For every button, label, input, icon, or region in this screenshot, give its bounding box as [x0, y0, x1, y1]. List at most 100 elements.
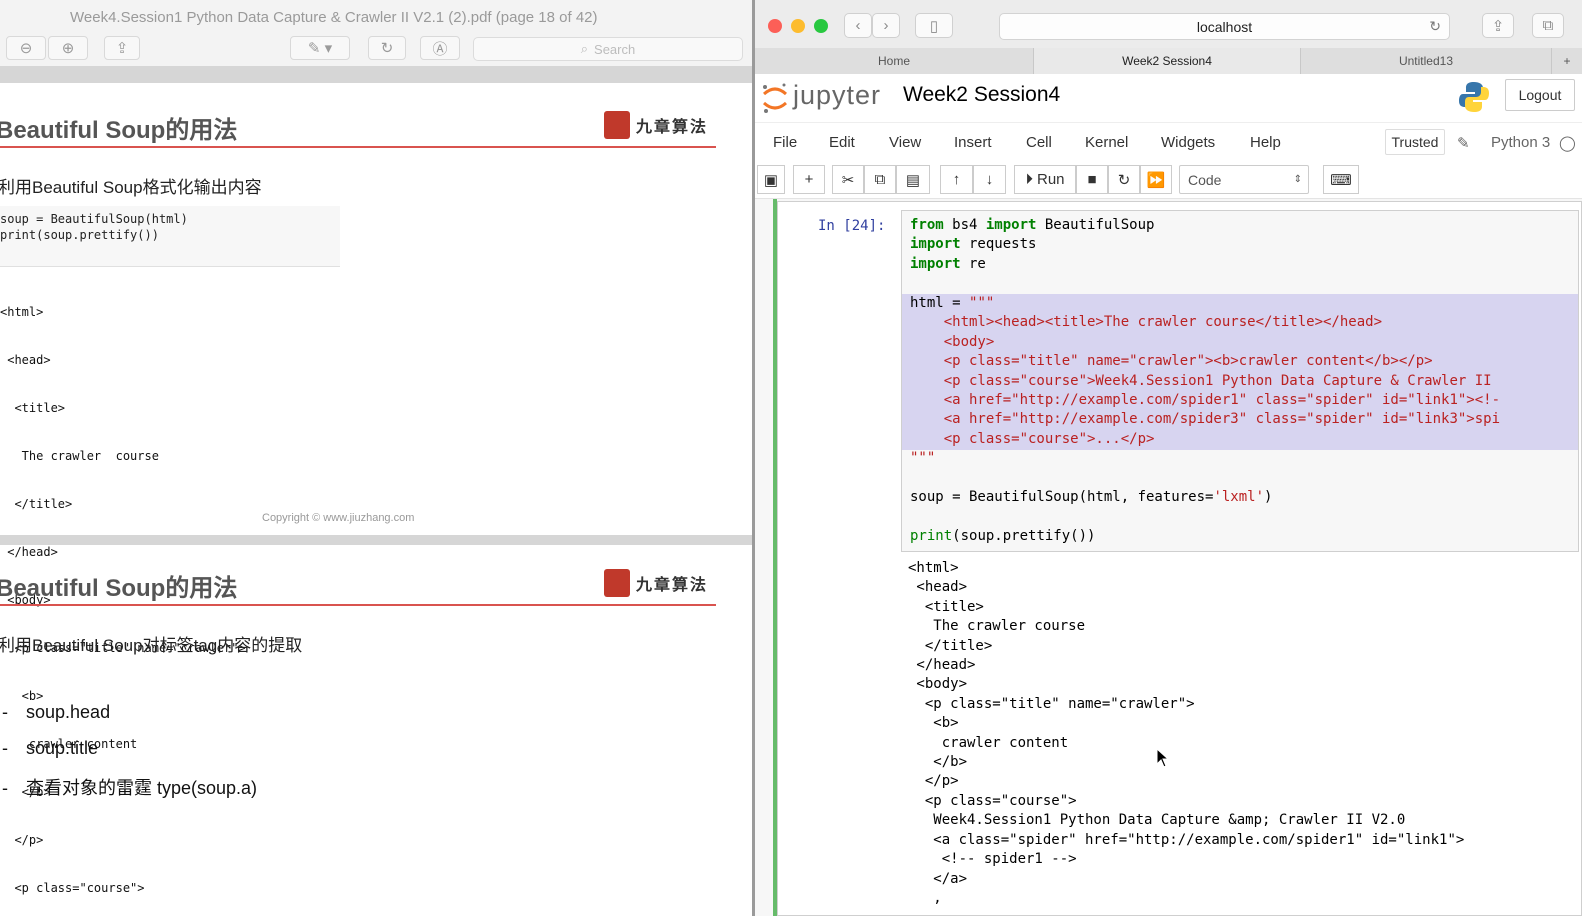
slide-rule [0, 146, 716, 148]
pdf-search-field[interactable]: ⌕ Search [473, 37, 743, 61]
restart-run-all-icon[interactable]: ⏩ [1140, 165, 1172, 194]
markup-pen-icon[interactable]: ✎ ▾ [290, 36, 350, 60]
kernel-status-icon: ◯ [1559, 135, 1576, 152]
cut-icon[interactable]: ✂ [832, 165, 864, 194]
output-line: Week4.Session1 Python Data Capture &amp;… [908, 812, 1406, 828]
python-logo-icon [1459, 82, 1489, 112]
menu-file[interactable]: File [773, 134, 797, 151]
share-icon[interactable]: ⇪ [1482, 13, 1514, 38]
code-line: <p class="course">...</p> [910, 431, 1155, 447]
move-up-icon[interactable]: ↑ [940, 165, 973, 194]
tab-week2-session4[interactable]: Week2 Session4 [1034, 48, 1301, 74]
kernel-name: Python 3 [1491, 134, 1551, 151]
code-line: print(soup.prettify()) [0, 228, 159, 242]
notebook-area: In [24]: from bs4 import BeautifulSoup i… [755, 199, 1582, 916]
minimize-window-icon[interactable] [791, 19, 805, 33]
code-line: <body> [910, 334, 995, 350]
zoom-in-icon[interactable]: ⊕ [48, 36, 88, 60]
bullet-list: - soup.head - soup.title - 查看对象的雷霆 type(sou… [2, 702, 257, 810]
seal-icon [604, 569, 630, 597]
code-cell[interactable]: In [24]: from bs4 import BeautifulSoup i… [777, 201, 1582, 916]
keyboard-icon[interactable]: ⌨ [1323, 165, 1359, 194]
output-line: <body> [908, 676, 968, 692]
jupyter-logo-text[interactable]: jupyter [793, 80, 881, 111]
output-line: </head> [0, 545, 58, 559]
code-line: <a href="http://example.com/spider3" cla… [910, 411, 1501, 427]
menu-widgets[interactable]: Widgets [1161, 134, 1215, 151]
back-icon[interactable]: ‹ [844, 13, 872, 38]
edit-pencil-icon[interactable]: ✎ [1457, 134, 1470, 152]
trusted-indicator[interactable]: Trusted [1385, 129, 1445, 155]
move-down-icon[interactable]: ↓ [973, 165, 1006, 194]
output-line: <!-- spider1 --> [908, 851, 1077, 867]
code-line: soup = BeautifulSoup(html, features='lxm… [910, 489, 1273, 505]
forward-icon[interactable]: › [872, 13, 900, 38]
copy-icon[interactable]: ⧉ [864, 165, 896, 194]
insert-cell-icon[interactable]: + [793, 165, 825, 194]
menu-help[interactable]: Help [1250, 134, 1281, 151]
pdf-toolbar: ⊖ ⊕ ⇪ ✎ ▾ ↻ Ⓐ ⌕ Search [0, 34, 752, 67]
pdf-window-title: Week4.Session1 Python Data Capture & Cra… [70, 9, 598, 26]
menu-edit[interactable]: Edit [829, 134, 855, 151]
selected-cell-indicator [773, 199, 777, 916]
input-prompt: In [24]: [818, 218, 886, 234]
output-line: The crawler course [908, 618, 1086, 634]
rotate-icon[interactable]: ↻ [368, 36, 406, 60]
copyright-text: Copyright © www.jiuzhang.com [262, 512, 415, 524]
run-button[interactable]: ⏵ Run [1014, 165, 1076, 194]
menu-insert[interactable]: Insert [954, 134, 992, 151]
code-line: print(soup.prettify()) [910, 528, 1096, 544]
share-icon[interactable]: ⇪ [104, 36, 140, 60]
maximize-window-icon[interactable] [814, 19, 828, 33]
annotate-icon[interactable]: Ⓐ [420, 36, 460, 60]
output-line: </title> [908, 638, 993, 654]
code-line: soup = BeautifulSoup(html) [0, 212, 188, 226]
run-label: Run [1036, 171, 1065, 188]
reload-icon[interactable]: ↻ [1429, 18, 1441, 35]
notebook-name[interactable]: Week2 Session4 [903, 83, 1060, 107]
output-line: <title> [0, 401, 66, 415]
tabs-overview-icon[interactable]: ⧉ [1532, 13, 1564, 38]
notebook-menubar: File Edit View Insert Cell Kernel Widget… [755, 122, 1582, 163]
bullet-item: - 查看对象的雷霆 type(soup.a) [2, 778, 258, 798]
code-line: <p class="title" name="crawler"><b>crawl… [910, 353, 1433, 369]
menu-view[interactable]: View [889, 134, 921, 151]
interrupt-icon[interactable]: ■ [1076, 165, 1108, 194]
jiuzhang-logo: 九章算法 [604, 110, 716, 140]
menu-cell[interactable]: Cell [1026, 134, 1052, 151]
address-bar[interactable]: localhost ↻ [999, 13, 1450, 40]
output-line: <head> [0, 353, 51, 367]
restart-icon[interactable]: ↻ [1108, 165, 1140, 194]
logout-button[interactable]: Logout [1505, 79, 1575, 111]
code-line: import requests [910, 236, 1037, 252]
seal-icon [604, 111, 630, 139]
save-icon[interactable]: ▣ [757, 165, 785, 194]
output-line: </head> [908, 657, 976, 673]
output-line: <html> [908, 560, 959, 576]
output-line: </title> [0, 497, 73, 511]
run-icon: ⏵ [1025, 171, 1033, 188]
bullet-text: soup.title [26, 738, 99, 758]
output-line: <p class="course"> [908, 793, 1077, 809]
close-window-icon[interactable] [768, 19, 782, 33]
output-line: crawler content [908, 735, 1069, 751]
slide-heading: Beautiful Soup的用法 [0, 575, 238, 602]
cell-type-select[interactable]: Code ⇕ [1179, 165, 1309, 194]
code-line: html = """ [910, 295, 995, 311]
zoom-out-icon[interactable]: ⊖ [6, 36, 46, 60]
menu-kernel[interactable]: Kernel [1085, 134, 1128, 151]
bullet-text: soup.head [26, 702, 111, 722]
output-line: </b> [908, 754, 968, 770]
bullet-text: 查看对象的雷霆 type(soup.a) [26, 778, 258, 798]
tab-untitled13[interactable]: Untitled13 [1301, 48, 1552, 74]
sidebar-icon[interactable]: ▯ [915, 13, 953, 38]
page-gap [0, 535, 752, 545]
output-line: <b> [908, 715, 959, 731]
tab-home[interactable]: Home [755, 48, 1034, 74]
pdf-search-placeholder: Search [594, 41, 636, 57]
paste-icon[interactable]: ▤ [896, 165, 930, 194]
browser-chrome: ‹ › ▯ localhost ↻ ⇪ ⧉ [755, 0, 1582, 48]
cell-input-editor[interactable]: from bs4 import BeautifulSoup import req… [901, 210, 1579, 552]
new-tab-icon[interactable]: + [1552, 48, 1582, 74]
output-line: <head> [908, 579, 968, 595]
